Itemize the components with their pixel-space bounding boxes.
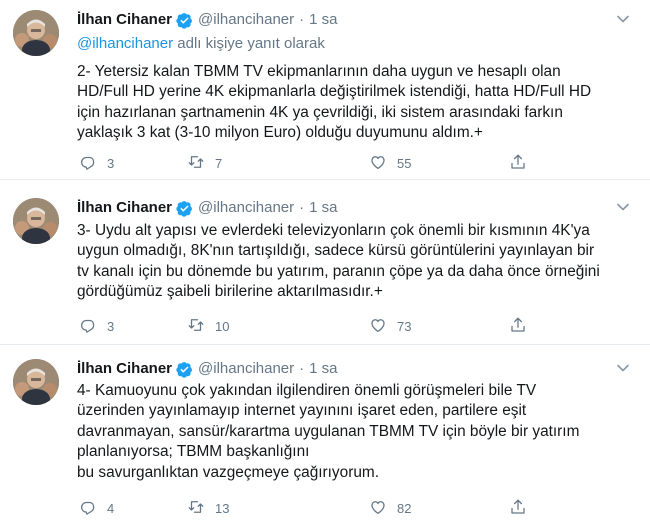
tweet-text-line: üzerinden yayınlamayıp internet yayınını… bbox=[77, 402, 527, 420]
tweet-text-line: gördüğümüz şaibeli birilerine aktarılmas… bbox=[77, 283, 383, 301]
tweet-text-line: tv kanalı için bu dönemde bu yatırım, pa… bbox=[77, 262, 600, 280]
reply-count: 3 bbox=[107, 155, 115, 171]
author-handle[interactable]: @ilhancihaner bbox=[198, 359, 294, 379]
share-icon bbox=[509, 498, 537, 519]
separator-dot: · bbox=[299, 360, 305, 377]
retweet-button[interactable]: 7 bbox=[187, 153, 222, 173]
tweet-actions: 4 13 82 bbox=[77, 498, 547, 518]
like-count: 73 bbox=[397, 318, 412, 334]
tweet-text-line: planlanıyorsa; TBMM başkanlığını bbox=[77, 443, 310, 461]
retweet-button[interactable]: 10 bbox=[187, 316, 229, 336]
tweet[interactable]: İlhan Cihaner @ilhancihaner · 1 sa 3- Uy… bbox=[0, 180, 650, 344]
reply-button[interactable]: 3 bbox=[79, 153, 114, 173]
share-button[interactable] bbox=[509, 498, 537, 518]
reply-count: 3 bbox=[107, 318, 115, 334]
tweet-header: İlhan Cihaner @ilhancihaner · 1 sa bbox=[77, 359, 338, 379]
retweet-count: 13 bbox=[215, 500, 230, 516]
share-button[interactable] bbox=[509, 316, 537, 336]
retweet-icon bbox=[187, 498, 215, 519]
author-name[interactable]: İlhan Cihaner bbox=[77, 10, 172, 30]
chevron-down-icon[interactable] bbox=[616, 361, 630, 375]
author-name[interactable]: İlhan Cihaner bbox=[77, 198, 172, 218]
share-button[interactable] bbox=[509, 153, 537, 173]
tweet-text-line: uygun olmadığı, 8K'nın tartışıldığı, sad… bbox=[77, 242, 595, 260]
tweet-text: 3- Uydu alt yapısı ve evlerdeki televizy… bbox=[77, 221, 637, 303]
tweet-text: 4- Kamuoyunu çok yakından ilgilendiren ö… bbox=[77, 381, 637, 483]
like-button[interactable]: 55 bbox=[369, 153, 411, 173]
reply-context: @ilhancihaner adlı kişiye yanıt olarak bbox=[77, 34, 325, 54]
avatar[interactable] bbox=[13, 198, 59, 244]
retweet-count: 7 bbox=[215, 155, 223, 171]
heart-icon bbox=[369, 316, 397, 337]
avatar[interactable] bbox=[13, 359, 59, 405]
reply-button[interactable]: 3 bbox=[79, 316, 114, 336]
reply-button[interactable]: 4 bbox=[79, 498, 114, 518]
tweet-text: 2- Yetersiz kalan TBMM TV ekipmanlarının… bbox=[77, 62, 637, 144]
reply-count: 4 bbox=[107, 500, 115, 516]
verified-badge-icon bbox=[176, 200, 193, 217]
heart-icon bbox=[369, 498, 397, 519]
separator-dot: · bbox=[299, 199, 305, 216]
like-button[interactable]: 73 bbox=[369, 316, 411, 336]
like-button[interactable]: 82 bbox=[369, 498, 411, 518]
retweet-button[interactable]: 13 bbox=[187, 498, 229, 518]
tweet-text-line: yaklaşık 3 kat (3-10 milyon Euro) olduğu… bbox=[77, 124, 483, 142]
author-name[interactable]: İlhan Cihaner bbox=[77, 359, 172, 379]
timestamp[interactable]: 1 sa bbox=[309, 10, 337, 30]
tweet-text-line: HD/Full HD yerine 4K ekipmanlarla değişt… bbox=[77, 83, 592, 101]
tweet-header: İlhan Cihaner @ilhancihaner · 1 sa bbox=[77, 10, 338, 30]
timestamp[interactable]: 1 sa bbox=[309, 359, 337, 379]
like-count: 82 bbox=[397, 500, 412, 516]
reply-icon bbox=[79, 498, 107, 519]
tweet-text-line: 2- Yetersiz kalan TBMM TV ekipmanlarının… bbox=[77, 63, 561, 80]
like-count: 55 bbox=[397, 155, 412, 171]
verified-badge-icon bbox=[176, 361, 193, 378]
verified-badge-icon bbox=[176, 12, 193, 29]
retweet-icon bbox=[187, 153, 215, 174]
reply-mention-link[interactable]: @ilhancihaner bbox=[77, 35, 173, 52]
tweet-header: İlhan Cihaner @ilhancihaner · 1 sa bbox=[77, 198, 338, 218]
author-handle[interactable]: @ilhancihaner bbox=[198, 198, 294, 218]
share-icon bbox=[509, 316, 537, 337]
tweet-text-line: için hazırlanan şartnamenin 4K ya çevril… bbox=[77, 103, 563, 121]
separator-dot: · bbox=[299, 11, 305, 28]
reply-context-text: adlı kişiye yanıt olarak bbox=[173, 35, 325, 52]
retweet-count: 10 bbox=[215, 318, 230, 334]
tweet-text-line: 4- Kamuoyunu çok yakından ilgilendiren ö… bbox=[77, 382, 537, 399]
tweet-text-line: bu savurganlıktan vazgeçmeye çağırıyorum… bbox=[77, 463, 379, 481]
tweet-actions: 3 7 55 bbox=[77, 153, 547, 173]
tweet[interactable]: İlhan Cihaner @ilhancihaner · 1 sa 4- Ka… bbox=[0, 345, 650, 527]
tweet[interactable]: İlhan Cihaner @ilhancihaner · 1 sa @ilha… bbox=[0, 0, 650, 179]
reply-icon bbox=[79, 153, 107, 174]
heart-icon bbox=[369, 153, 397, 174]
tweet-text-line: davranmayan, sansür/karartma uygulanan T… bbox=[77, 422, 580, 440]
tweet-actions: 3 10 73 bbox=[77, 316, 547, 336]
retweet-icon bbox=[187, 316, 215, 337]
timestamp[interactable]: 1 sa bbox=[309, 198, 337, 218]
tweet-text-line: 3- Uydu alt yapısı ve evlerdeki televizy… bbox=[77, 222, 590, 239]
chevron-down-icon[interactable] bbox=[616, 12, 630, 26]
author-handle[interactable]: @ilhancihaner bbox=[198, 10, 294, 30]
share-icon bbox=[509, 153, 537, 174]
reply-icon bbox=[79, 316, 107, 337]
chevron-down-icon[interactable] bbox=[616, 200, 630, 214]
avatar[interactable] bbox=[13, 10, 59, 56]
